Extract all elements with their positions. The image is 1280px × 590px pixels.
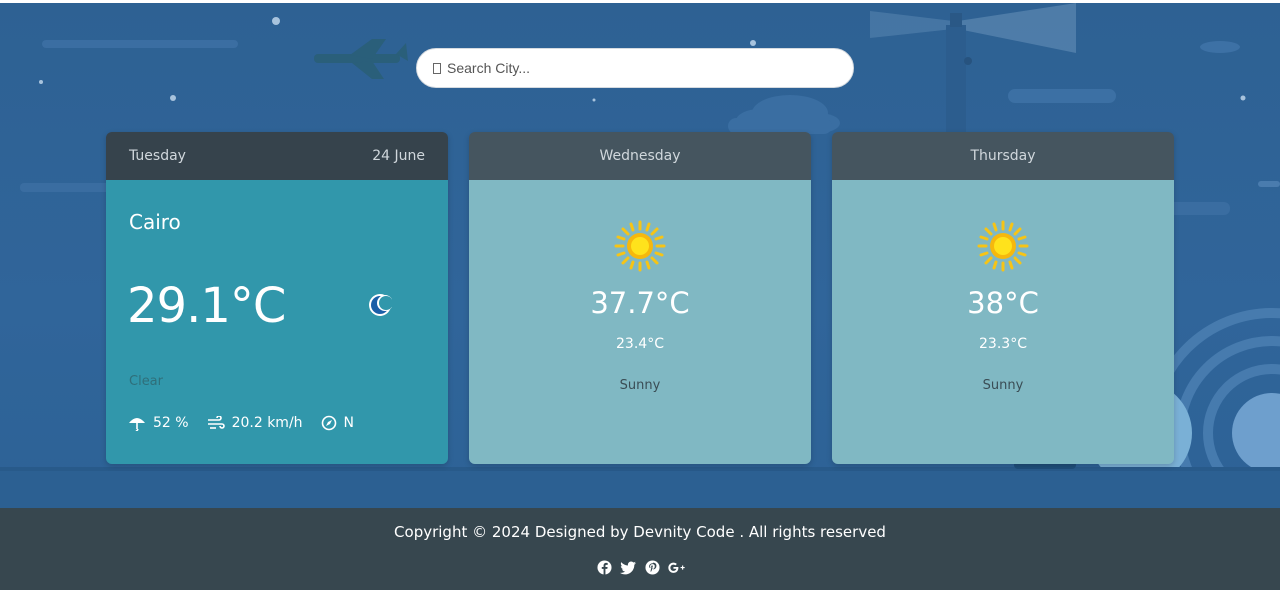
footer: Copyright © 2024 Designed by Devnity Cod… — [0, 508, 1280, 590]
pinterest-icon[interactable] — [644, 559, 661, 576]
weather-stats: 52 % 20.2 km/h N — [128, 415, 372, 431]
forecast-max-temperature: 38°C — [967, 286, 1039, 320]
search-bar[interactable] — [416, 48, 854, 88]
today-day: Tuesday — [129, 148, 186, 164]
wind-speed-stat: 20.2 km/h — [207, 415, 303, 431]
today-card-body: Cairo 29.1°C Clear 52 % 20.2 km/h N — [106, 180, 448, 464]
forecast-card-header: Wednesday — [469, 132, 811, 180]
search-input[interactable] — [447, 60, 827, 76]
today-card-header: Tuesday 24 June — [106, 132, 448, 180]
city-name: Cairo — [129, 210, 181, 234]
forecast-card-body: 37.7°C 23.4°C Sunny — [469, 180, 811, 464]
copyright-text: Copyright © 2024 Designed by Devnity Cod… — [394, 523, 886, 541]
forecast-card-body: 38°C 23.3°C Sunny — [832, 180, 1174, 464]
google-plus-icon[interactable] — [667, 559, 685, 576]
forecast-card: Thursday 38°C 23.3°C Sunny — [832, 132, 1174, 464]
wind-direction-value: N — [343, 415, 355, 431]
weather-scene-background: Tuesday 24 June Cairo 29.1°C Clear — [0, 3, 1280, 508]
humidity-value: 52 % — [153, 415, 189, 431]
today-date: 24 June — [372, 148, 425, 164]
forecast-day: Thursday — [970, 148, 1036, 164]
sun-icon — [614, 220, 666, 272]
wind-speed-value: 20.2 km/h — [231, 415, 303, 431]
forecast-min-temperature: 23.4°C — [616, 336, 664, 352]
twitter-icon[interactable] — [620, 559, 637, 576]
social-links — [0, 559, 1280, 576]
current-temperature: 29.1°C — [127, 278, 286, 334]
weather-condition: Clear — [129, 374, 163, 389]
search-icon — [433, 62, 441, 74]
moon-icon — [369, 294, 392, 316]
forecast-day: Wednesday — [599, 148, 681, 164]
today-weather-card: Tuesday 24 June Cairo 29.1°C Clear 52 % … — [106, 132, 448, 464]
forecast-condition: Sunny — [619, 378, 661, 393]
wind-direction-stat: N — [321, 415, 354, 431]
forecast-min-temperature: 23.3°C — [979, 336, 1027, 352]
forecast-max-temperature: 37.7°C — [590, 286, 690, 320]
wind-icon — [207, 416, 225, 429]
sun-icon — [977, 220, 1029, 272]
compass-icon — [321, 415, 336, 431]
forecast-card-header: Thursday — [832, 132, 1174, 180]
umbrella-icon — [129, 418, 145, 431]
facebook-icon[interactable] — [596, 559, 613, 576]
forecast-card: Wednesday 37.7°C 23.4°C Sunny — [469, 132, 811, 464]
forecast-condition: Sunny — [982, 378, 1024, 393]
humidity-stat: 52 % — [128, 415, 189, 431]
